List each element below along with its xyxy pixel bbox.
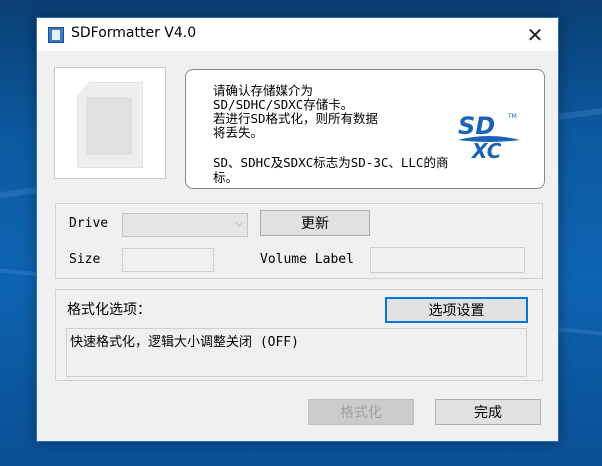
window-title: SDFormatter V4.0 <box>71 25 197 41</box>
info-line: 请确认存储媒介为 <box>213 83 314 98</box>
drive-select[interactable]: ⌵ <box>122 213 248 237</box>
info-warning-text: 请确认存储媒介为 SD/SDHC/SDXC存储卡。 若进行SD格式化，则所有数据… <box>213 84 453 140</box>
app-icon <box>48 27 64 43</box>
info-line: 标。 <box>213 170 239 185</box>
size-field <box>122 248 214 272</box>
info-line: SD/SDHC/SDXC存储卡。 <box>213 97 354 112</box>
format-button[interactable]: 格式化 <box>308 399 414 425</box>
sd-card-icon <box>77 82 143 168</box>
logo-sd-text: SD <box>458 112 495 140</box>
current-options-text: 快速格式化，逻辑大小调整关闭 (OFF) <box>70 335 299 350</box>
refresh-button[interactable]: 更新 <box>260 210 370 236</box>
close-button[interactable]: ✕ <box>512 18 558 51</box>
close-icon: ✕ <box>526 22 544 47</box>
sdxc-logo: SD TM XC <box>458 112 520 162</box>
format-options-label: 格式化选项： <box>67 302 151 318</box>
info-line: 若进行SD格式化，则所有数据 <box>213 111 379 126</box>
info-line: 将丢失。 <box>213 125 264 140</box>
drive-label: Drive <box>69 216 109 231</box>
sdformatter-window: SDFormatter V4.0 ✕ 请确认存储媒介为 SD/SDHC/SDXC… <box>36 17 559 442</box>
option-settings-button[interactable]: 选项设置 <box>385 297 528 323</box>
logo-xc-text: XC <box>470 139 502 162</box>
title-bar: SDFormatter V4.0 ✕ <box>37 18 558 51</box>
sd-card-image <box>54 67 166 179</box>
info-panel: 请确认存储媒介为 SD/SDHC/SDXC存储卡。 若进行SD格式化，则所有数据… <box>185 69 545 189</box>
done-button[interactable]: 完成 <box>435 399 541 425</box>
volume-label-input[interactable] <box>370 247 525 273</box>
volume-label-label: Volume Label <box>260 252 354 267</box>
size-label: Size <box>69 252 101 267</box>
chevron-down-icon: ⌵ <box>235 218 243 229</box>
logo-tm-text: TM <box>507 113 517 120</box>
